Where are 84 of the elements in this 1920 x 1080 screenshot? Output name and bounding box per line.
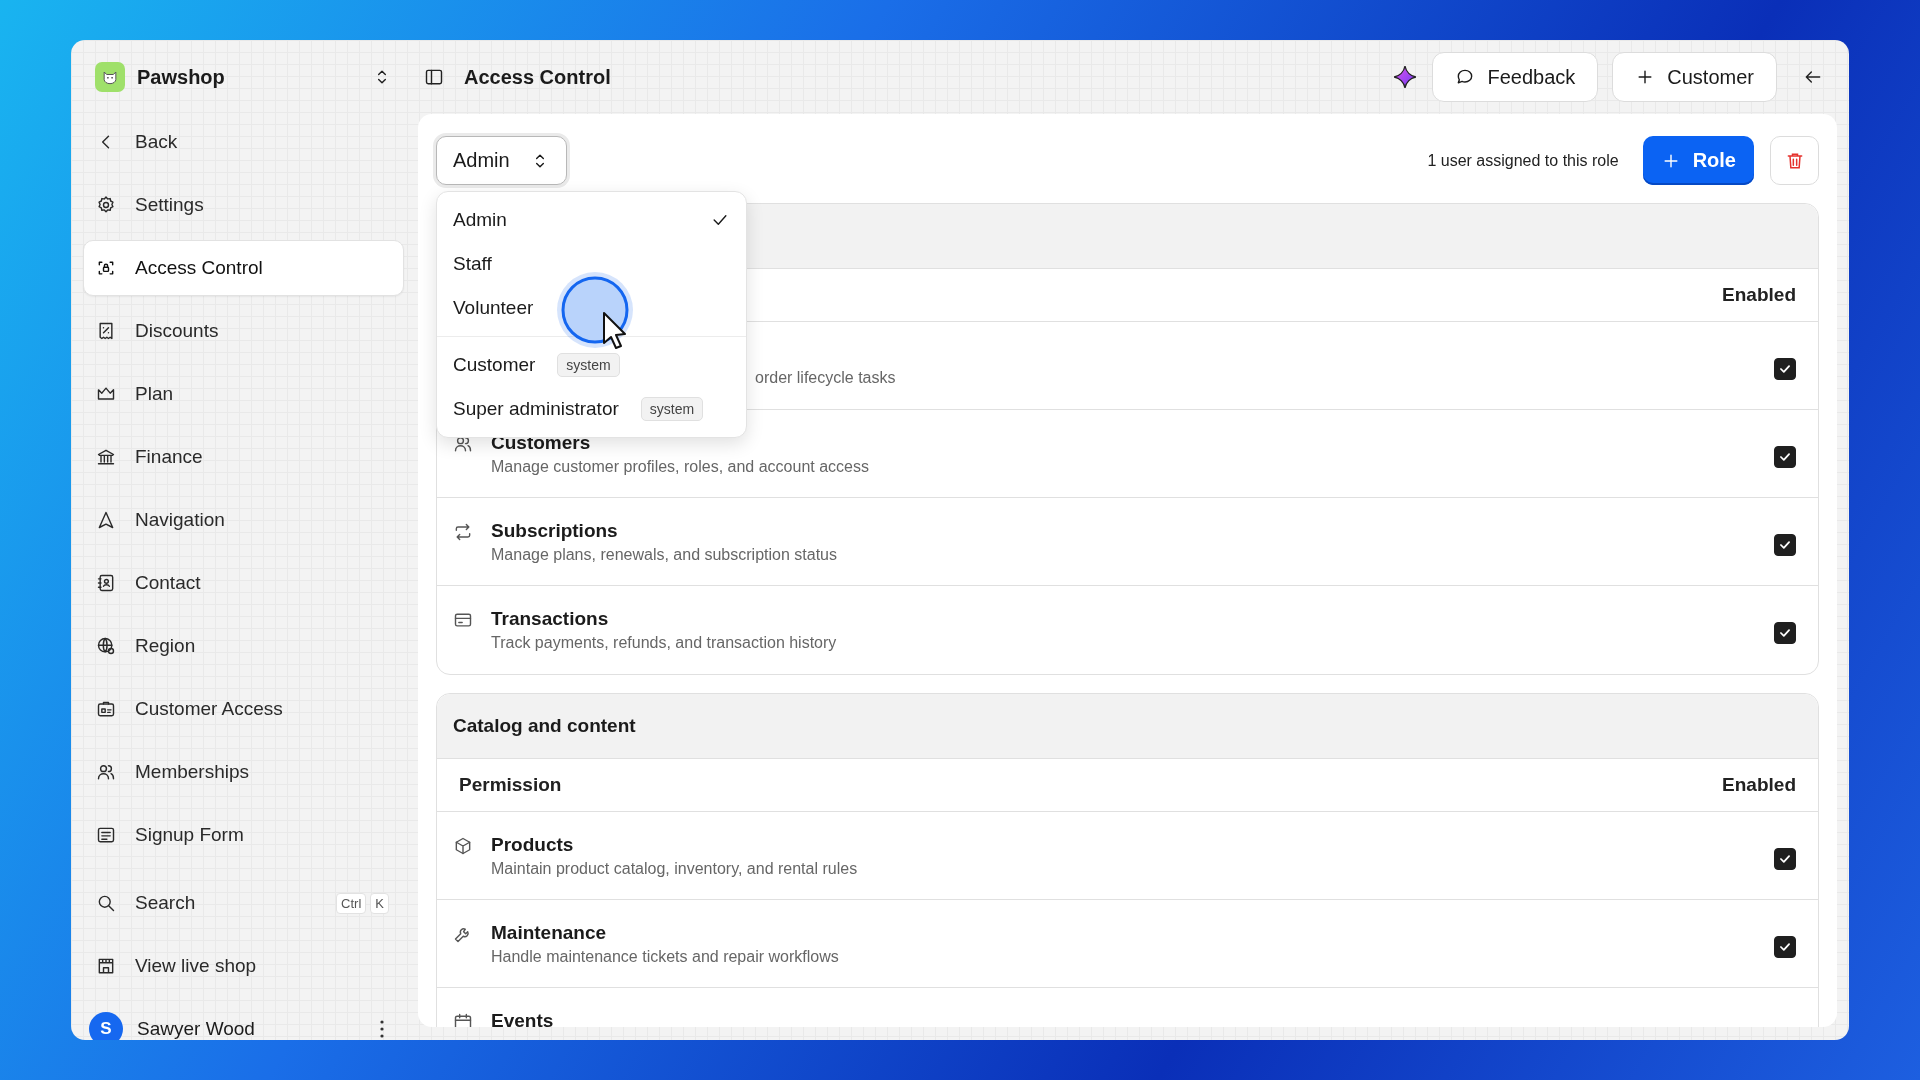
search-icon <box>96 893 116 913</box>
scan-lock-icon <box>96 258 116 278</box>
people-icon <box>96 762 116 782</box>
checkbox[interactable] <box>1774 446 1796 468</box>
sparkle-icon <box>1392 64 1419 90</box>
sidebar-item[interactable]: Access Control <box>83 240 404 296</box>
permission-name: Events <box>491 1010 555 1027</box>
contact-book-icon <box>96 573 116 593</box>
sidebar-item[interactable]: Plan <box>83 366 404 422</box>
permission-name: Customers <box>491 432 592 454</box>
check-icon <box>1778 940 1792 954</box>
role-option[interactable]: Customer system <box>437 343 746 387</box>
permission-name: Products <box>491 834 575 856</box>
column-header: Permission <box>459 774 563 796</box>
permission-name: Subscriptions <box>491 520 619 542</box>
system-tag: system <box>557 353 620 377</box>
column-header: Enabled <box>1722 284 1796 306</box>
add-customer-button[interactable]: Customer <box>1612 52 1777 102</box>
search-item[interactable]: Search Ctrl K <box>83 875 404 931</box>
page-title: Access Control <box>464 65 612 89</box>
add-role-button[interactable]: Role <box>1642 136 1754 185</box>
permission-description: Maintain product catalog, inventory, and rental rules <box>491 860 859 878</box>
role-select[interactable]: Admin <box>436 136 567 185</box>
calendar-icon <box>453 1012 473 1027</box>
view-shop-link[interactable]: View live shop <box>83 938 404 994</box>
user-name: Sawyer Wood <box>137 1017 256 1040</box>
permission-name: Maintenance <box>491 922 608 944</box>
gear-icon <box>96 195 116 215</box>
sidebar-item[interactable]: Discounts <box>83 303 404 359</box>
sidebar-item[interactable]: Signup Form <box>83 807 404 863</box>
bank-icon <box>96 447 116 467</box>
checkbox[interactable] <box>1774 358 1796 380</box>
permission-description: Handle maintenance tickets and repair workflows <box>491 948 840 966</box>
check-icon <box>1778 538 1792 552</box>
storefront-icon <box>96 956 116 976</box>
globe-icon <box>96 636 116 656</box>
sidebar-item[interactable]: Region <box>83 618 404 674</box>
cat-logo-icon <box>95 62 125 92</box>
system-tag: system <box>640 397 704 421</box>
role-option[interactable]: Volunteer <box>437 286 746 330</box>
checkbox[interactable] <box>1774 534 1796 556</box>
sidebar-item[interactable]: Settings <box>83 177 404 233</box>
checkbox[interactable] <box>1774 622 1796 644</box>
group-title: Catalog and content <box>453 715 636 737</box>
assistant-button[interactable] <box>1392 64 1419 90</box>
back-link[interactable]: Back <box>83 114 404 170</box>
repeat-icon <box>453 522 473 542</box>
sidebar-item[interactable]: Finance <box>83 429 404 485</box>
more-button[interactable] <box>380 1019 384 1038</box>
checkbox[interactable] <box>1774 936 1796 958</box>
sidebar-item[interactable]: Navigation <box>83 492 404 548</box>
check-icon <box>1778 852 1792 866</box>
role-option[interactable]: Super administrator system <box>437 387 746 431</box>
credit-card-icon <box>453 610 473 630</box>
sidebar-icon <box>424 67 444 87</box>
role-option[interactable]: Staff <box>437 242 746 286</box>
permission-description: Manage plans, renewals, and subscription status <box>491 546 838 564</box>
keyboard-key: Ctrl <box>336 892 367 914</box>
permission-description: Track payments, refunds, and transaction history <box>491 634 838 652</box>
triangle-icon <box>96 510 116 530</box>
feedback-button[interactable]: Feedback <box>1432 52 1599 102</box>
app-name: Pawshop <box>137 65 226 89</box>
cube-icon <box>453 836 473 856</box>
sidebar-toggle-button[interactable] <box>424 67 444 87</box>
permission-description: Manage customer profiles, roles, and account access <box>491 458 870 476</box>
delete-button[interactable] <box>1770 136 1819 185</box>
role-option[interactable]: Admin <box>437 198 746 242</box>
receipt-percent-icon <box>96 321 116 341</box>
vertical-dots-icon <box>380 1019 384 1038</box>
permission-description: order lifecycle tasks <box>755 369 897 387</box>
check-icon <box>1778 362 1792 376</box>
keyboard-key: K <box>370 892 389 914</box>
sidebar-item[interactable]: Customer Access <box>83 681 404 737</box>
check-icon <box>1778 450 1792 464</box>
user-avatar[interactable]: S <box>89 1011 123 1040</box>
sidebar-item[interactable]: Memberships <box>83 744 404 800</box>
form-icon <box>96 825 116 845</box>
sidebar-item[interactable]: Contact <box>83 555 404 611</box>
id-card-icon <box>96 699 116 719</box>
column-header: Enabled <box>1722 774 1796 796</box>
checkbox[interactable] <box>1774 848 1796 870</box>
assignment-note: 1 user assigned to this role <box>1427 151 1619 170</box>
check-icon <box>1778 626 1792 640</box>
permission-name: Transactions <box>491 608 610 630</box>
